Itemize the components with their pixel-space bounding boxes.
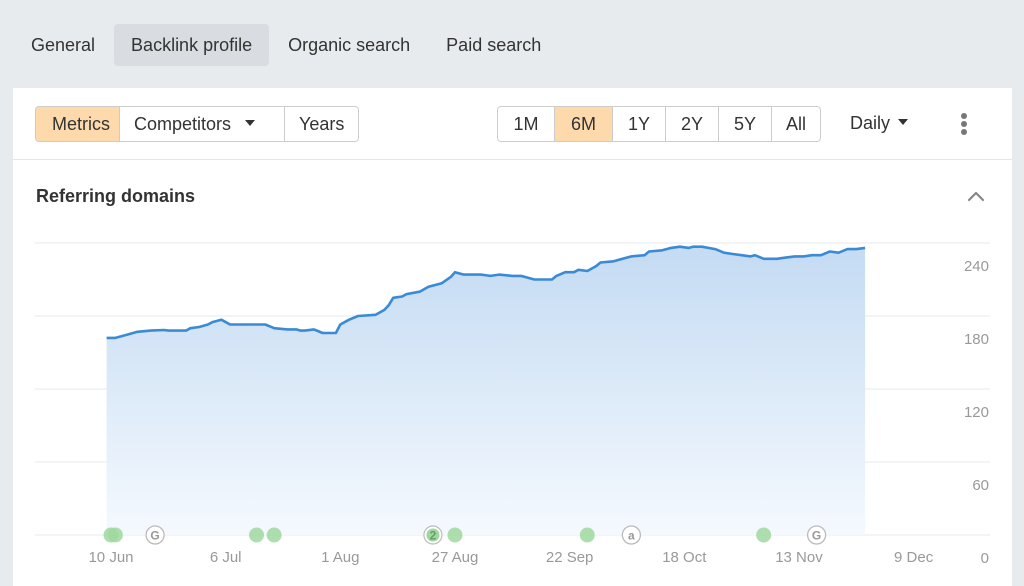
event-letter: a <box>628 529 635 543</box>
event-count: 2 <box>430 529 437 543</box>
event-marker <box>447 527 463 543</box>
x-tick-label: 18 Oct <box>662 549 707 566</box>
tab-paid-search[interactable]: Paid search <box>429 24 558 66</box>
tab-general[interactable]: General <box>14 24 112 66</box>
y-tick-label: 60 <box>972 477 989 494</box>
x-tick-label: 27 Aug <box>432 549 479 566</box>
event-marker <box>107 527 123 543</box>
google-update-icon[interactable]: G <box>806 525 827 545</box>
x-tick-label: 10 Jun <box>88 549 133 566</box>
y-tick-label: 240 <box>964 258 989 275</box>
y-tick-label: 0 <box>981 550 989 567</box>
chart-card: Metrics Competitors Years 1M 6M 1Y 2Y 5Y… <box>13 88 1012 586</box>
series-area <box>106 246 866 535</box>
event-marker <box>249 527 265 543</box>
x-tick-label: 13 Nov <box>775 549 823 566</box>
event-marker <box>579 527 595 543</box>
x-tick-label: 1 Aug <box>321 549 359 566</box>
event-letter: G <box>812 529 821 543</box>
x-tick-label: 9 Dec <box>894 549 934 566</box>
y-tick-label: 180 <box>964 331 989 348</box>
x-tick-label: 6 Jul <box>210 549 242 566</box>
tab-organic-search[interactable]: Organic search <box>271 24 427 66</box>
y-tick-label: 120 <box>964 404 989 421</box>
tab-backlink-profile[interactable]: Backlink profile <box>114 24 270 66</box>
event-marker <box>266 527 282 543</box>
event-letter: G <box>150 529 159 543</box>
referring-domains-chart: 0 60 120 180 240 10 Jun 6 Jul 1 Aug 27 Aug 22 Se… <box>35 242 990 567</box>
ahrefs-update-icon[interactable]: a <box>621 525 642 545</box>
report-tabs: General Backlink profile Organic search … <box>14 24 558 66</box>
x-tick-label: 22 Sep <box>546 549 594 566</box>
event-marker <box>756 527 772 543</box>
google-update-icon[interactable]: G <box>145 525 165 545</box>
event-cluster-marker: 2 <box>423 525 443 545</box>
